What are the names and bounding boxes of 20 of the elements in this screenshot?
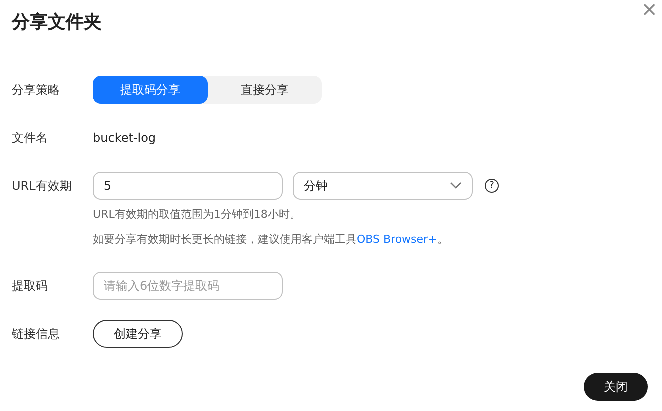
close-button[interactable]: ×: [641, 2, 658, 16]
dialog-title: 分享文件夹: [12, 11, 102, 34]
segment-option[interactable]: 提取码分享: [93, 76, 208, 104]
unit-dropdown[interactable]: 分钟: [293, 172, 473, 200]
field-label: 提取码: [12, 278, 49, 295]
hint-text: 如要分享有效期时长更长的链接，建议使用客户端工具OBS Browser+。: [93, 232, 450, 248]
segment-option[interactable]: 直接分享: [208, 76, 322, 104]
field-label: 链接信息: [12, 326, 61, 343]
code-input[interactable]: 请输入6位数字提取码: [93, 272, 283, 300]
link[interactable]: OBS Browser+: [357, 233, 438, 246]
field-label: 分享策略: [12, 82, 61, 99]
field-label: 文件名: [12, 130, 49, 147]
create-share-button[interactable]: 创建分享: [93, 320, 183, 348]
field-label: URL有效期: [12, 178, 73, 195]
chevron-down-icon: [450, 182, 462, 190]
validity-input[interactable]: 5: [93, 172, 283, 200]
close-button[interactable]: 关闭: [584, 373, 648, 401]
hint-text: URL有效期的取值范围为1分钟到18小时。: [93, 207, 302, 223]
help-icon[interactable]: ?: [485, 179, 499, 193]
file-name-value: bucket-log: [93, 131, 156, 145]
